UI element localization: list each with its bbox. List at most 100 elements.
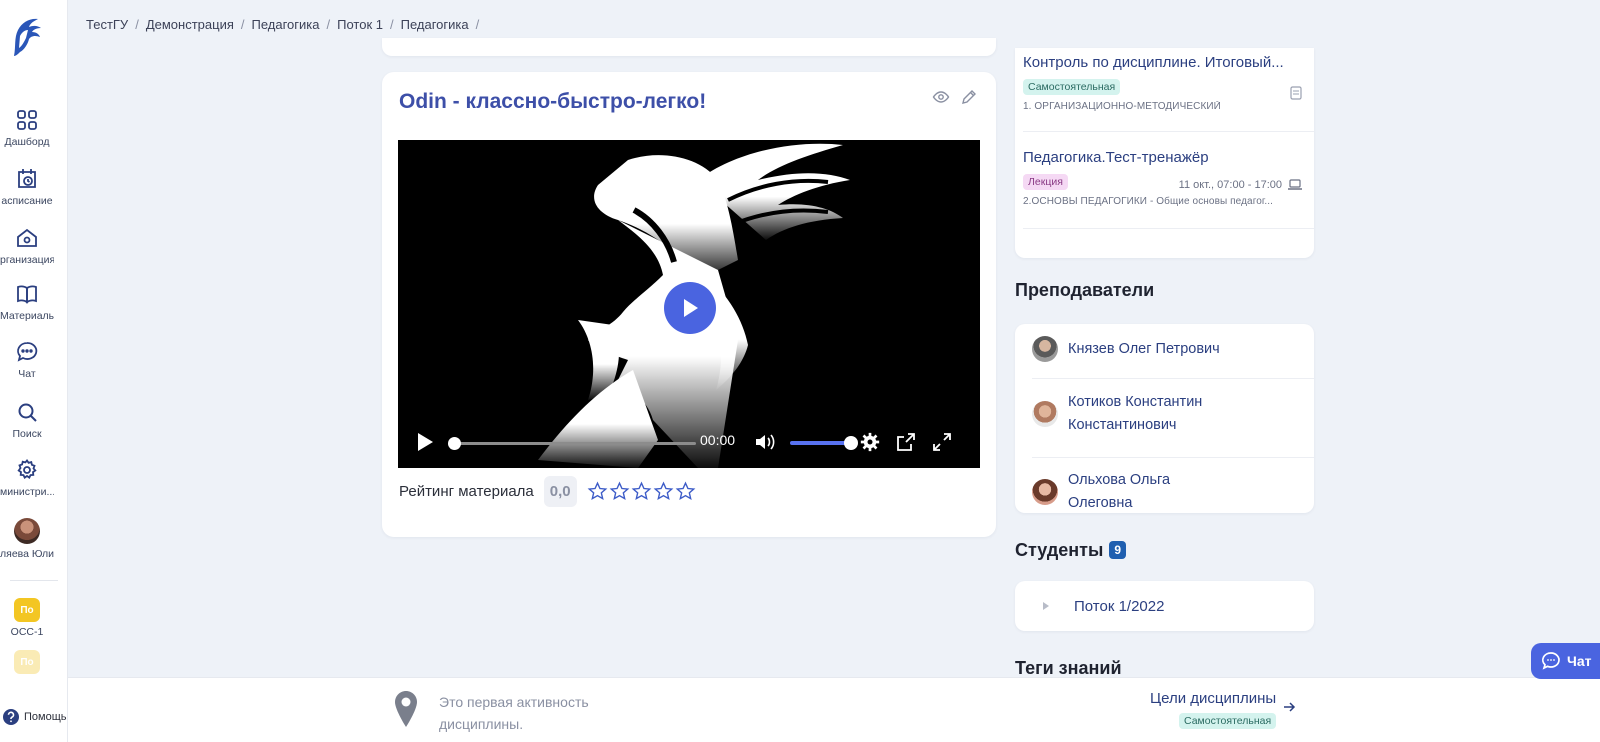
teacher-item[interactable]: Князев Олег Петрович xyxy=(1032,336,1238,362)
settings-gear-icon[interactable] xyxy=(860,432,880,452)
play-icon[interactable] xyxy=(416,432,434,452)
document-icon xyxy=(1290,86,1302,100)
seek-bar[interactable] xyxy=(448,437,696,450)
volume-slider[interactable] xyxy=(790,436,858,450)
avatar xyxy=(1032,479,1058,505)
breadcrumb-separator: / xyxy=(326,17,331,32)
star-icon[interactable] xyxy=(675,481,696,502)
breadcrumb: ТестГУ / Демонстрация / Педагогика / Пот… xyxy=(86,17,479,32)
chat-bubble-icon xyxy=(17,342,38,362)
pencil-icon[interactable] xyxy=(960,88,978,106)
chat-widget-label: Чат xyxy=(1567,653,1592,669)
sidebar: Дашборд асписание рганизация Материалы Ч… xyxy=(0,0,68,742)
stream-label: Поток 1/2022 xyxy=(1074,597,1165,615)
activities-list: Контроль по дисциплине. Итоговый... Само… xyxy=(1015,48,1314,258)
nav-chat[interactable]: Чат xyxy=(0,340,54,390)
nav-label: рганизация xyxy=(0,254,54,266)
next-activity-link[interactable]: Цели дисциплины Самостоятельная xyxy=(1150,690,1277,729)
nav-label: Дашборд xyxy=(4,136,50,148)
logo-icon[interactable] xyxy=(8,16,42,58)
arrow-right-icon[interactable] xyxy=(1282,700,1296,714)
material-card: Odin - классно-быстро-легко! 00:00 Рейти… xyxy=(382,72,996,537)
activity-type-badge: Самостоятельная xyxy=(1023,79,1121,95)
home-icon xyxy=(17,228,37,247)
avatar xyxy=(1032,401,1058,427)
divider xyxy=(1023,131,1314,132)
rating-stars xyxy=(587,481,696,502)
activity-item[interactable]: Контроль по дисциплине. Итоговый... Само… xyxy=(1023,54,1305,112)
divider xyxy=(1032,378,1314,379)
breadcrumb-separator: / xyxy=(389,17,394,32)
eye-icon[interactable] xyxy=(932,88,950,106)
volume-handle[interactable] xyxy=(844,436,858,450)
nav-profile[interactable]: ляева Юлия xyxy=(0,518,54,568)
nav-label: министри... xyxy=(0,486,54,498)
star-icon[interactable] xyxy=(609,481,630,502)
breadcrumb-item[interactable]: Педагогика xyxy=(401,17,469,32)
breadcrumb-separator: / xyxy=(475,17,480,32)
video-player[interactable]: 00:00 xyxy=(398,140,980,468)
org-badge: По xyxy=(14,598,40,622)
chat-widget-button[interactable]: Чат xyxy=(1531,643,1600,679)
nav-materials[interactable]: Материалы xyxy=(0,282,54,332)
next-activity-title[interactable]: Цели дисциплины xyxy=(1150,690,1276,707)
external-link-icon[interactable] xyxy=(896,432,916,452)
star-icon[interactable] xyxy=(631,481,652,502)
activity-time: 11 окт., 07:00 - 17:00 xyxy=(1179,179,1303,191)
nav-search[interactable]: Поиск xyxy=(0,400,54,450)
rating-value: 0,0 xyxy=(543,476,577,507)
activity-section: 2.ОСНОВЫ ПЕДАГОГИКИ - Общие основы педаг… xyxy=(1023,196,1274,207)
video-time: 00:00 xyxy=(700,432,736,448)
next-activity-badge: Самостоятельная xyxy=(1179,713,1277,729)
help-button[interactable]: Помощь xyxy=(0,705,67,729)
teacher-item[interactable]: Котиков Константин Константинович xyxy=(1032,391,1238,437)
nav-dashboard[interactable]: Дашборд xyxy=(0,108,54,158)
material-title: Odin - классно-быстро-легко! xyxy=(399,90,707,113)
seek-handle[interactable] xyxy=(448,437,461,450)
play-overlay-button[interactable] xyxy=(664,282,716,334)
org-switch-second[interactable]: По xyxy=(0,650,54,700)
fullscreen-icon[interactable] xyxy=(932,432,952,452)
activity-title[interactable]: Педагогика.Тест-тренажёр xyxy=(1023,149,1305,166)
star-icon[interactable] xyxy=(653,481,674,502)
activity-time-text: 11 окт., 07:00 - 17:00 xyxy=(1178,179,1282,191)
nav-organization[interactable]: рганизация xyxy=(0,226,54,276)
volume-icon[interactable] xyxy=(754,433,776,451)
org-switch-occ1[interactable]: По ОСС-1 xyxy=(0,598,54,648)
nav-admin[interactable]: министри... xyxy=(0,458,54,508)
map-pin-icon xyxy=(395,691,417,727)
activity-title[interactable]: Контроль по дисциплине. Итоговый... xyxy=(1023,54,1305,71)
teacher-name: Котиков Константин Константинович xyxy=(1068,394,1203,433)
stream-item[interactable]: Поток 1/2022 xyxy=(1015,581,1314,631)
nav-schedule[interactable]: асписание xyxy=(0,167,54,217)
play-icon xyxy=(684,299,698,317)
search-icon xyxy=(18,403,37,422)
nav-label: ляева Юлия xyxy=(0,548,54,560)
breadcrumb-item[interactable]: Демонстрация xyxy=(146,17,234,32)
star-icon[interactable] xyxy=(587,481,608,502)
org-badge: По xyxy=(14,650,40,674)
students-heading: Студенты 9 xyxy=(1015,540,1127,561)
knowledge-tags-heading: Теги знаний xyxy=(1015,658,1122,678)
laptop-icon xyxy=(1288,179,1302,190)
activity-item[interactable]: Педагогика.Тест-тренажёр Лекция 11 окт.,… xyxy=(1023,149,1305,207)
activity-navigation-bar: Это первая активность дисциплины. Цели д… xyxy=(68,677,1600,742)
video-controls: 00:00 xyxy=(398,416,980,468)
chat-bubble-icon xyxy=(1542,652,1560,670)
dashboard-grid-icon xyxy=(17,110,37,130)
divider xyxy=(1032,457,1314,458)
caret-right-icon[interactable] xyxy=(1042,601,1050,611)
students-count-badge: 9 xyxy=(1109,541,1127,559)
breadcrumb-item[interactable]: Поток 1 xyxy=(337,17,383,32)
teachers-heading: Преподаватели xyxy=(1015,280,1155,300)
book-open-icon xyxy=(17,285,37,304)
activity-section: 1. ОРГАНИЗАЦИОННО-МЕТОДИЧЕСКИЙ xyxy=(1023,101,1221,112)
gear-icon xyxy=(17,459,37,479)
help-icon xyxy=(3,709,19,725)
breadcrumb-item[interactable]: Педагогика xyxy=(252,17,320,32)
activity-type-badge: Лекция xyxy=(1023,174,1068,190)
nav-label: асписание xyxy=(1,195,53,207)
teacher-item[interactable]: Ольхова Ольга Олеговна xyxy=(1032,469,1238,515)
breadcrumb-item[interactable]: ТестГУ xyxy=(86,17,128,32)
rating-label: Рейтинг материала xyxy=(399,483,534,500)
